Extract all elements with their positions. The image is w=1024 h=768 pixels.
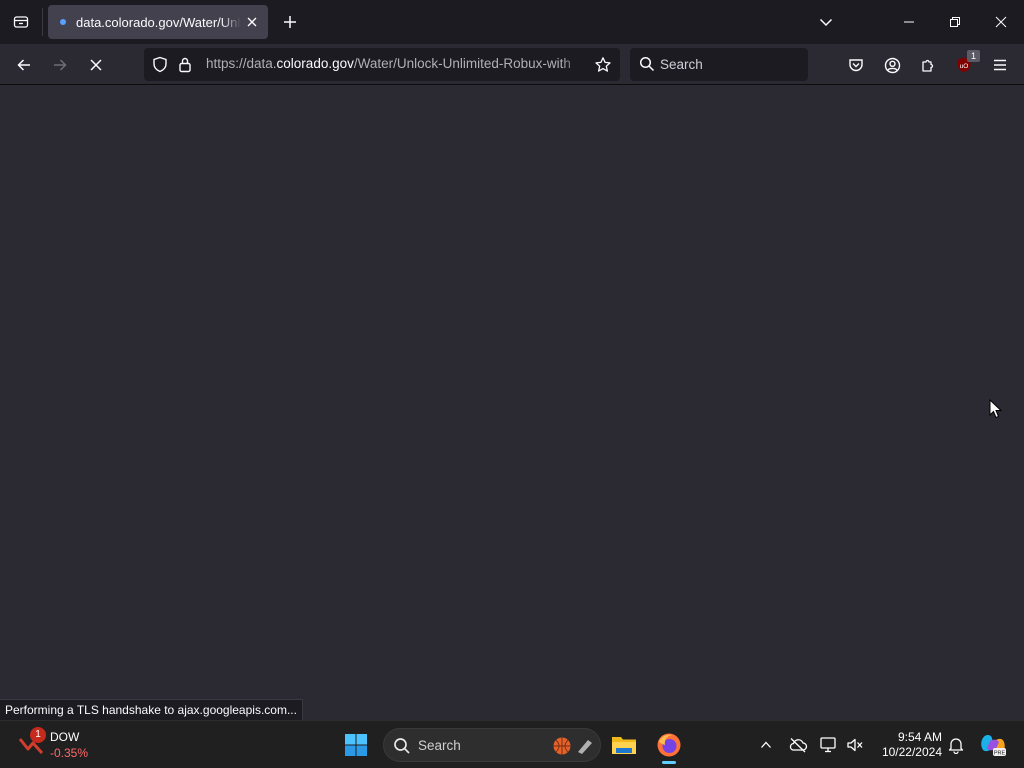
minimize-button[interactable] (886, 0, 932, 44)
windows-logo-icon (345, 734, 367, 756)
basketball-icon (553, 737, 592, 755)
lock-icon (179, 57, 191, 73)
chevron-up-icon (761, 741, 771, 748)
onedrive-button[interactable] (785, 731, 811, 759)
bell-icon (948, 738, 964, 754)
mouse-cursor-icon (989, 399, 1003, 419)
tab-close-button[interactable] (244, 14, 260, 30)
restore-button[interactable] (932, 0, 978, 44)
stock-widget[interactable]: 1 DOW -0.35% (16, 727, 106, 763)
tab-title: data.colorado.gov/Water/Unlock-Unlimited… (76, 14, 241, 30)
status-panel: Performing a TLS handshake to ajax.googl… (0, 699, 303, 721)
system-clock[interactable]: 9:54 AM 10/22/2024 (872, 730, 942, 760)
hamburger-menu-icon (994, 59, 1006, 71)
search-icon (639, 56, 655, 77)
search-placeholder: Search (660, 57, 703, 72)
show-hidden-icons-button[interactable] (753, 731, 779, 759)
widget-badge: 1 (30, 727, 46, 743)
site-info-button[interactable] (178, 56, 192, 78)
display-network-icon (820, 737, 836, 753)
screen: data.colorado.gov/Water/Unlock-Unlimited… (0, 0, 1024, 768)
account-icon (884, 57, 900, 73)
chevron-down-icon (819, 18, 833, 27)
extensions-button[interactable] (913, 50, 943, 80)
plus-icon (284, 16, 296, 28)
page-content[interactable] (0, 85, 1024, 720)
forward-button[interactable] (45, 50, 75, 80)
navigation-toolbar: https://data.colorado.gov/Water/Unlock-U… (0, 44, 1024, 85)
star-icon (595, 57, 611, 72)
cloud-offline-icon (789, 738, 808, 753)
url-host: colorado.gov (276, 56, 354, 71)
minimize-icon (904, 21, 914, 23)
firefox-view-button[interactable] (0, 0, 42, 44)
url-text[interactable]: https://data.colorado.gov/Water/Unlock-U… (206, 56, 584, 74)
tab-loading-icon (60, 19, 66, 25)
bookmark-button[interactable] (592, 54, 614, 76)
app-menu-button[interactable] (985, 50, 1015, 80)
start-button[interactable] (338, 727, 374, 763)
search-icon (393, 737, 411, 760)
clock-date: 10/22/2024 (881, 745, 942, 759)
widget-change: -0.35% (50, 746, 89, 760)
svg-text:PRE: PRE (994, 750, 1006, 756)
shield-icon (153, 56, 167, 73)
tab-separator (42, 8, 43, 36)
back-button[interactable] (9, 50, 39, 80)
arrow-left-icon (17, 59, 30, 71)
firefox-view-icon (13, 16, 29, 28)
pocket-button[interactable] (841, 50, 871, 80)
extension-badge: 1 (967, 50, 980, 62)
list-all-tabs-button[interactable] (803, 0, 849, 44)
ublock-origin-button[interactable]: uO 1 (949, 50, 980, 80)
close-icon (247, 17, 257, 27)
close-window-button[interactable] (978, 0, 1024, 44)
file-explorer-button[interactable] (606, 727, 642, 763)
stop-icon (90, 59, 102, 71)
tab-active[interactable]: data.colorado.gov/Water/Unlock-Unlimited… (48, 5, 268, 39)
folder-icon (612, 737, 636, 754)
clock-time: 9:54 AM (897, 730, 942, 744)
tracking-protection-button[interactable] (152, 56, 168, 78)
tab-strip: data.colorado.gov/Water/Unlock-Unlimited… (0, 0, 1024, 44)
close-icon (995, 16, 1007, 28)
network-button[interactable] (816, 731, 842, 759)
speaker-muted-icon (847, 738, 863, 752)
firefox-taskbar-button[interactable] (651, 727, 687, 763)
new-tab-button[interactable] (278, 10, 302, 34)
url-prefix: https://data. (206, 56, 277, 71)
pocket-icon (849, 59, 863, 72)
taskbar: 1 DOW -0.35% Search 9:54 AM 10/22/2024 P… (0, 720, 1024, 768)
account-button[interactable] (877, 50, 907, 80)
firefox-icon (657, 733, 681, 757)
taskbar-search[interactable]: Search (383, 728, 601, 762)
notifications-button[interactable] (943, 731, 969, 759)
stop-button[interactable] (81, 50, 111, 80)
firefox-active-indicator (662, 761, 676, 764)
copilot-icon: PRE (981, 735, 1006, 756)
copilot-button[interactable]: PRE (977, 731, 1009, 759)
url-path: /Water/Unlock-Unlimited-Robux-with (353, 56, 571, 71)
address-bar[interactable]: https://data.colorado.gov/Water/Unlock-U… (144, 48, 620, 81)
widget-name: DOW (50, 730, 80, 744)
puzzle-icon (922, 59, 934, 72)
restore-icon (950, 17, 960, 27)
search-bar[interactable]: Search (630, 48, 808, 81)
volume-button[interactable] (842, 731, 868, 759)
svg-text:uO: uO (960, 63, 969, 70)
taskbar-search-placeholder: Search (418, 738, 461, 753)
arrow-right-icon (54, 59, 67, 71)
